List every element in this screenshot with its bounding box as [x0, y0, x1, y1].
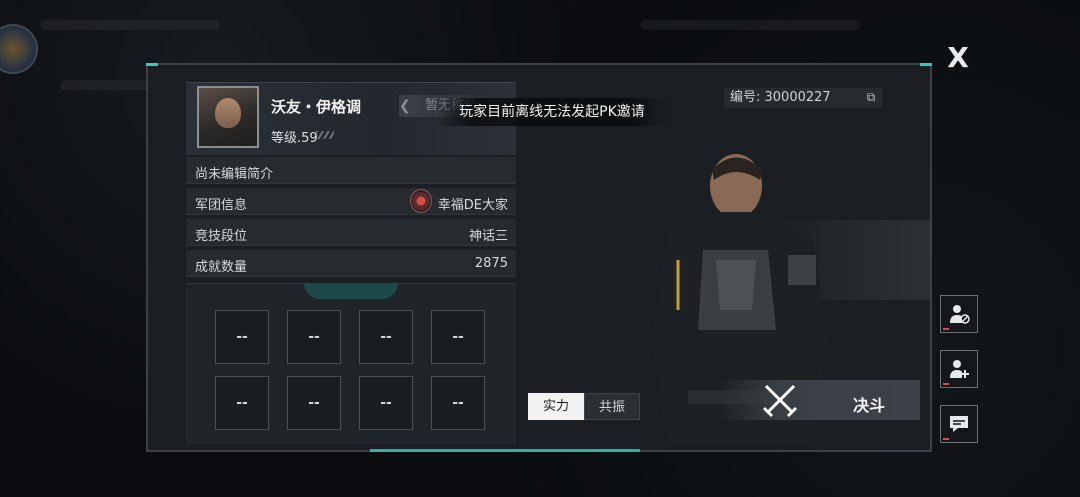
rank-row: 竞技段位 神话三	[186, 219, 516, 246]
achievement-row: 成就数量 2875	[186, 250, 516, 277]
equipment-tab-indicator	[304, 283, 398, 299]
close-icon[interactable]: X	[944, 44, 972, 72]
offline-toast: 玩家目前离线无法发起PK邀请	[437, 98, 667, 126]
avatar	[197, 86, 259, 148]
player-name: 沃友・伊格调	[271, 98, 362, 116]
rank-value: 神话三	[468, 229, 508, 244]
badge-mark	[943, 328, 949, 330]
chat-icon	[950, 416, 968, 432]
bg-decoration	[40, 20, 220, 30]
legion-emblem-icon	[410, 189, 432, 213]
crossed-swords-icon	[762, 384, 798, 418]
equipment-slot[interactable]: --	[431, 376, 485, 430]
achievement-label: 成就数量	[195, 260, 248, 275]
achievement-value: 2875	[474, 256, 508, 271]
equipment-slot[interactable]: --	[431, 310, 485, 364]
duel-label: 决斗	[853, 396, 886, 415]
panel-accent	[920, 63, 932, 66]
level-decoration	[316, 131, 334, 139]
stat-tabs: 实力 共振	[528, 393, 640, 420]
equipment-slot[interactable]: --	[287, 310, 341, 364]
chat-button[interactable]	[940, 405, 978, 443]
add-friend-button[interactable]	[940, 350, 978, 388]
block-user-icon	[950, 305, 970, 324]
player-id: 编号: 30000227	[724, 88, 882, 108]
tab-resonance[interactable]: 共振	[584, 393, 640, 420]
legion-label: 军团信息	[195, 198, 248, 213]
chevron-left-icon: ❮	[399, 98, 411, 114]
copy-icon[interactable]: ⧉	[864, 90, 878, 104]
badge-mark	[943, 383, 949, 385]
rank-label: 竞技段位	[195, 229, 248, 244]
player-level: 等级.59	[271, 131, 318, 146]
bio-row[interactable]: 尚未编辑简介	[186, 157, 516, 184]
badge-mark	[943, 438, 949, 440]
duel-button[interactable]	[720, 380, 920, 420]
equipment-slot[interactable]: --	[359, 376, 413, 430]
panel-accent	[146, 63, 158, 66]
legion-row[interactable]: 军团信息 幸福DE大家	[186, 188, 516, 215]
bio-text: 尚未编辑简介	[195, 167, 274, 182]
equipment-slot[interactable]: --	[287, 376, 341, 430]
block-user-button[interactable]	[940, 295, 978, 333]
equipment-slot[interactable]: --	[215, 310, 269, 364]
equipment-slot[interactable]: --	[359, 310, 413, 364]
add-friend-icon	[950, 360, 969, 378]
legion-value: 幸福DE大家	[437, 198, 508, 213]
panel-accent	[370, 449, 640, 452]
equipment-slot[interactable]: --	[215, 376, 269, 430]
tab-strength[interactable]: 实力	[528, 393, 584, 420]
bg-decoration	[640, 20, 860, 30]
